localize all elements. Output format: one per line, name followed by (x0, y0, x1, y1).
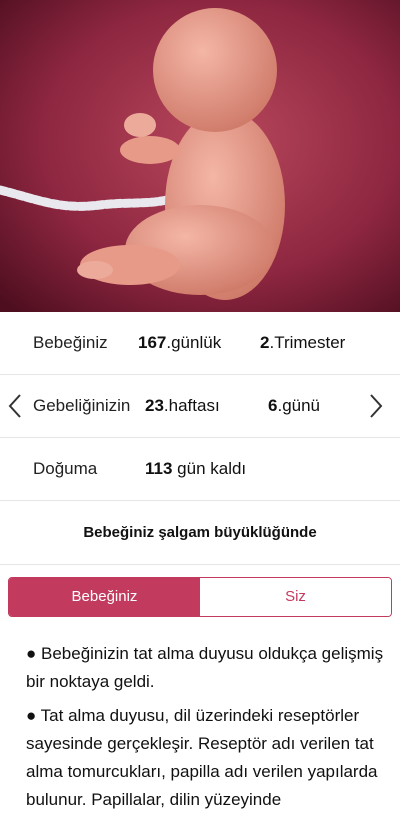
birth-label: Doğuma (33, 459, 98, 478)
trimester-unit: .Trimester (269, 333, 346, 352)
chevron-right-icon[interactable] (366, 393, 386, 419)
info-paragraph: ● Tat alma duyusu, dil üzerindeki resept… (26, 706, 378, 809)
pregnancy-week: 23.haftası (145, 375, 220, 437)
baby-days-unit: .günlük (166, 333, 222, 352)
baby-label: Bebeğiniz (33, 333, 108, 352)
tab-bar: Bebeğiniz Siz (8, 577, 392, 617)
fetus-illustration (0, 0, 400, 312)
birth-countdown-row: Doğuma 113 gün kaldı (0, 438, 400, 501)
baby-days: 167.günlük (138, 312, 221, 374)
info-paragraph: ● Bebeğinizin tat alma duyusu oldukça ge… (26, 644, 384, 691)
trimester: 2.Trimester (260, 312, 345, 374)
size-caption: Bebeğiniz şalgam büyüklüğünde (0, 502, 400, 565)
pregnancy-day: 6.günü (268, 375, 320, 437)
remaining-unit: gün kaldı (172, 459, 247, 478)
birth-remaining: 113 gün kaldı (145, 438, 246, 500)
baby-age-row: Bebeğiniz 167.günlük 2.Trimester (0, 312, 400, 375)
pregnancy-label: Gebeliğinizin (33, 396, 131, 415)
pregnancy-week-row: Gebeliğinizin 23.haftası 6.günü (0, 375, 400, 438)
week-unit: .haftası (163, 396, 220, 415)
chevron-left-icon[interactable] (5, 393, 25, 419)
tab-you[interactable]: Siz (200, 578, 391, 616)
day-unit: .günü (277, 396, 321, 415)
tab-baby[interactable]: Bebeğiniz (9, 578, 200, 616)
info-text: ● Bebeğinizin tat alma duyusu oldukça ge… (26, 640, 386, 820)
week-value: 23 (145, 396, 164, 415)
baby-days-value: 167 (138, 333, 167, 352)
remaining-value: 113 (145, 459, 173, 478)
